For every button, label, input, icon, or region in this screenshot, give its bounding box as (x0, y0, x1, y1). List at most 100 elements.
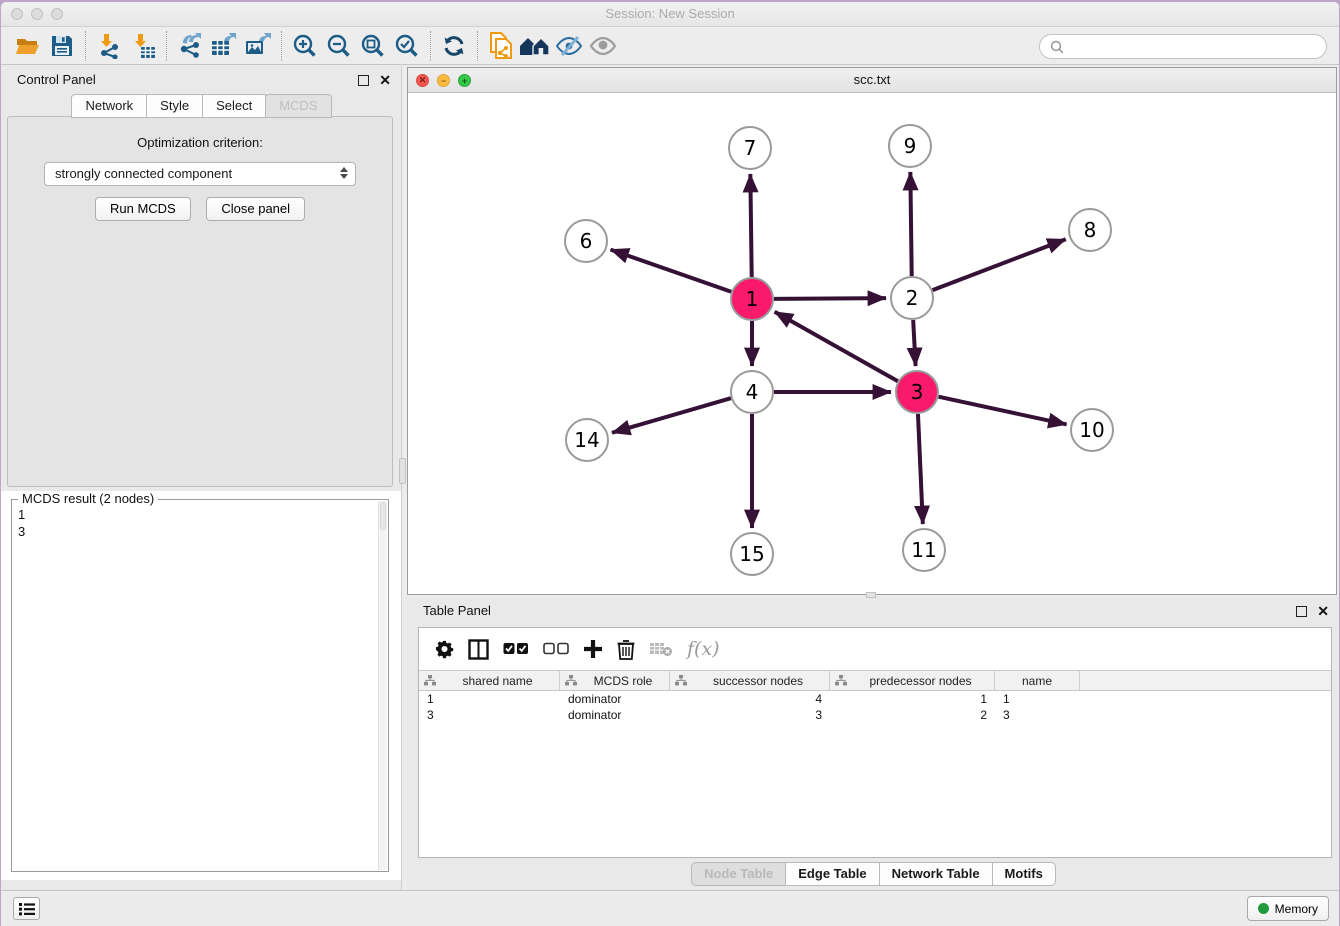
apply-function-button[interactable]: f(x) (687, 638, 720, 660)
column-header-successor-nodes[interactable]: successor nodes (670, 671, 830, 690)
refresh-button[interactable] (437, 30, 471, 62)
column-header-label: MCDS role (577, 674, 669, 688)
delete-row-button[interactable] (617, 639, 635, 660)
tab-edge-table[interactable]: Edge Table (785, 862, 879, 886)
graph-edge-3-10[interactable] (938, 397, 1066, 425)
close-panel-button[interactable]: Close panel (206, 197, 305, 221)
column-header-MCDS-role[interactable]: MCDS role (560, 671, 670, 690)
table-cell[interactable]: dominator (560, 691, 670, 707)
export-image-button[interactable] (241, 30, 275, 62)
column-header-label: name (995, 674, 1079, 688)
export-network-button[interactable] (173, 30, 207, 62)
table-cell[interactable]: 4 (670, 691, 830, 707)
graph-edge-4-14[interactable] (612, 398, 731, 433)
memory-button-label: Memory (1275, 902, 1318, 916)
column-header-label: predecessor nodes (847, 674, 994, 688)
zoom-out-button[interactable] (322, 30, 356, 62)
show-button[interactable] (586, 30, 620, 62)
tab-network-table[interactable]: Network Table (879, 862, 993, 886)
result-item: 1 (18, 506, 376, 523)
tab-motifs[interactable]: Motifs (992, 862, 1056, 886)
add-row-button[interactable] (583, 639, 603, 659)
column-header-predecessor-nodes[interactable]: predecessor nodes (830, 671, 995, 690)
hide-button[interactable] (552, 30, 586, 62)
run-mcds-button[interactable]: Run MCDS (95, 197, 191, 221)
column-hierarchy-icon (675, 675, 687, 686)
unselect-all-button[interactable] (543, 642, 569, 656)
save-session-button[interactable] (45, 30, 79, 62)
tab-select[interactable]: Select (202, 94, 266, 118)
network-file-icon (488, 32, 515, 60)
table-cell[interactable]: 3 (995, 707, 1080, 723)
network-window-titlebar[interactable]: ✕ − + scc.txt (408, 68, 1336, 93)
control-panel-title: Control Panel (17, 72, 96, 87)
zoom-selected-button[interactable] (390, 30, 424, 62)
zoom-fit-button[interactable] (356, 30, 390, 62)
table-cell[interactable]: 1 (419, 691, 560, 707)
graph-edge-1-7[interactable] (750, 174, 751, 277)
graph-edge-1-2[interactable] (774, 298, 886, 299)
close-panel-icon[interactable]: ✕ (379, 75, 391, 86)
tab-style[interactable]: Style (146, 94, 203, 118)
table-cell[interactable]: 1 (830, 691, 995, 707)
import-table-icon (130, 33, 156, 59)
table-body: 1dominator4113dominator323 (419, 691, 1331, 723)
result-item: 3 (18, 523, 376, 540)
table-cell[interactable]: 3 (670, 707, 830, 723)
graph-edge-2-9[interactable] (910, 172, 911, 276)
home-icon (519, 34, 551, 58)
toolbar-separator (430, 31, 431, 61)
graph-edge-2-3[interactable] (913, 320, 915, 366)
control-panel-tabs: NetworkStyleSelectMCDS (1, 94, 401, 117)
float-panel-icon[interactable] (358, 75, 369, 86)
search-field[interactable] (1039, 34, 1327, 59)
mcds-panel: Optimization criterion: strongly connect… (7, 116, 393, 487)
close-table-panel-icon[interactable]: ✕ (1317, 606, 1329, 617)
import-network-icon (96, 33, 122, 59)
zoom-fit-icon (360, 33, 386, 59)
zoom-in-button[interactable] (288, 30, 322, 62)
table-tabs: Node TableEdge TableNetwork TableMotifs (407, 862, 1339, 886)
import-table-button[interactable] (126, 30, 160, 62)
select-all-button[interactable] (503, 642, 529, 656)
table-cell[interactable]: 1 (995, 691, 1080, 707)
tab-mcds[interactable]: MCDS (265, 94, 331, 118)
table-cell[interactable]: dominator (560, 707, 670, 723)
network-canvas[interactable]: 7968124314101511 (408, 93, 1336, 594)
table-row[interactable]: 1dominator411 (419, 691, 1331, 707)
home-button[interactable] (518, 30, 552, 62)
network-splitter-handle[interactable] (866, 592, 876, 598)
table-cell[interactable]: 2 (830, 707, 995, 723)
table-cell[interactable]: 3 (419, 707, 560, 723)
graph-edge-3-11[interactable] (918, 414, 923, 524)
search-input[interactable] (1070, 40, 1316, 54)
tab-network[interactable]: Network (71, 94, 147, 118)
mcds-result-list[interactable]: 13 (18, 506, 376, 867)
column-header-shared-name[interactable]: shared name (419, 671, 560, 690)
criterion-dropdown[interactable]: strongly connected component (44, 162, 356, 186)
open-file-button[interactable] (11, 30, 45, 62)
task-history-button[interactable] (13, 897, 40, 920)
column-header-name[interactable]: name (995, 671, 1080, 690)
table-panel-title: Table Panel (423, 603, 491, 618)
plus-icon (583, 639, 603, 659)
main-toolbar (1, 28, 1339, 65)
tab-node-table[interactable]: Node Table (691, 862, 786, 886)
panel-splitter-handle[interactable] (399, 458, 406, 484)
graph-edge-2-8[interactable] (933, 239, 1066, 290)
import-network-button[interactable] (92, 30, 126, 62)
show-columns-button[interactable] (468, 639, 489, 660)
criterion-dropdown-value: strongly connected component (55, 166, 232, 181)
delete-column-button[interactable] (649, 641, 673, 657)
result-scrollbar[interactable] (378, 501, 387, 870)
table-settings-button[interactable] (435, 640, 454, 659)
float-table-panel-icon[interactable] (1296, 606, 1307, 617)
graph-edge-3-1[interactable] (775, 312, 898, 381)
memory-button[interactable]: Memory (1247, 896, 1329, 921)
graph-edge-1-6[interactable] (611, 250, 732, 292)
table-row[interactable]: 3dominator323 (419, 707, 1331, 723)
network-file-button[interactable] (484, 30, 518, 62)
export-table-button[interactable] (207, 30, 241, 62)
save-icon (50, 34, 74, 58)
column-hierarchy-icon (565, 675, 577, 686)
